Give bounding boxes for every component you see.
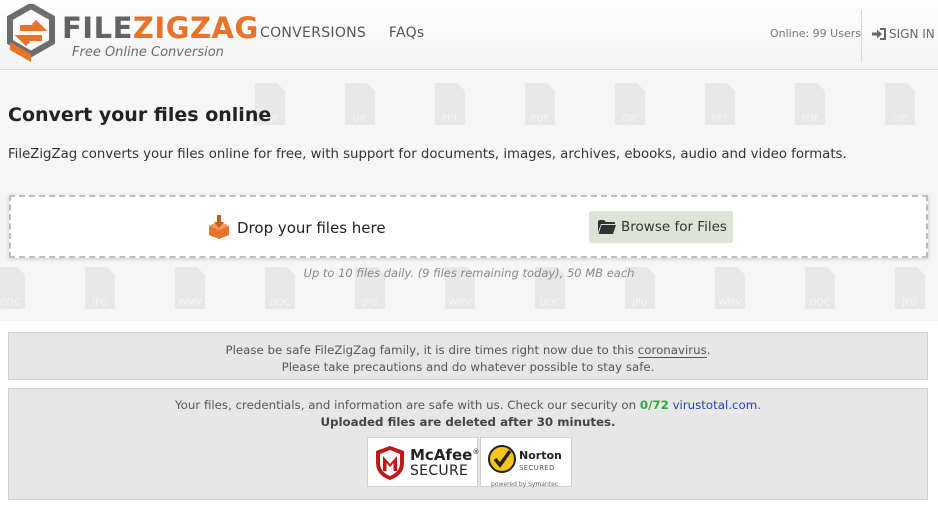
site-logo[interactable]: FILEZIGZAG Free Online Conversion (6, 4, 258, 66)
security-notice-line2: Uploaded files are deleted after 30 minu… (320, 415, 616, 429)
logo-wordmark: FILEZIGZAG (62, 11, 259, 45)
browse-files-label: Browse for Files (621, 219, 727, 235)
file-type-ghost-icon: PPT (435, 83, 465, 125)
page-description: FileZigZag converts your files online fo… (8, 147, 847, 162)
file-type-ghost-icon: PDF (795, 83, 825, 125)
main-nav: CONVERSIONS FAQs (260, 25, 443, 41)
svg-text:WMV: WMV (179, 298, 203, 308)
coronavirus-link[interactable]: coronavirus (637, 343, 707, 358)
svg-text:DOC: DOC (810, 298, 830, 308)
site-header: FILEZIGZAG Free Online Conversion CONVER… (0, 0, 938, 70)
mcafee-secure-badge[interactable]: McAfee® SECURE (367, 437, 480, 487)
svg-text:GIF: GIF (623, 114, 638, 124)
safety-notice: Please be safe FileZigZag family, it is … (8, 332, 928, 380)
sign-in-link[interactable]: SIGN IN (872, 27, 935, 41)
drop-label-text: Drop your files here (237, 219, 386, 237)
file-type-ghost-icon: GIF (345, 83, 375, 125)
mcafee-secure-text: SECURE (410, 463, 469, 479)
file-type-ghost-icon: GIF (615, 83, 645, 125)
svg-text:JPG: JPG (631, 298, 647, 308)
svg-text:JPG: JPG (901, 298, 917, 308)
trust-badges: McAfee® SECURE Norton SECURED powered by… (367, 437, 572, 488)
svg-text:PDF: PDF (801, 114, 819, 124)
upload-limits-text: Up to 10 files daily. (9 files remaining… (303, 266, 635, 280)
safety-notice-line1: Please be safe FileZigZag family, it is … (225, 343, 711, 358)
mcafee-shield-icon (376, 446, 404, 480)
svg-text:DOC: DOC (0, 298, 20, 308)
file-type-ghost-icon: PDF (525, 83, 555, 125)
svg-text:JPG: JPG (361, 298, 377, 308)
online-users-status: Online: 99 Users (770, 27, 861, 40)
sign-in-label: SIGN IN (889, 27, 935, 41)
security-notice-line1: Your files, credentials, and information… (175, 398, 761, 412)
download-box-icon (209, 215, 229, 239)
norton-secured-badge[interactable]: Norton SECURED powered by Symantec (480, 437, 572, 488)
virustotal-link[interactable]: virustotal.com (673, 398, 758, 412)
file-type-ghost-icon: GIF (885, 83, 915, 125)
logo-tagline: Free Online Conversion (72, 45, 224, 60)
drop-label: Drop your files here (207, 215, 386, 239)
svg-text:PDF: PDF (531, 114, 549, 124)
file-type-ghost-icon: PPT (705, 83, 735, 125)
scan-result: 0/72 (639, 398, 669, 412)
page-title: Convert your files online (8, 104, 272, 126)
svg-text:GIF: GIF (353, 114, 368, 124)
header-divider (861, 10, 862, 62)
svg-text:DOC: DOC (540, 298, 560, 308)
svg-text:PPT: PPT (442, 114, 459, 124)
security-notice: Your files, credentials, and information… (8, 388, 928, 500)
file-drop-zone[interactable]: Drop your files here Browse for Files (9, 195, 928, 258)
browse-files-button[interactable]: Browse for Files (589, 211, 733, 243)
svg-text:WMV: WMV (719, 298, 743, 308)
svg-text:JPG: JPG (91, 298, 107, 308)
svg-text:DOC: DOC (270, 298, 290, 308)
svg-text:GIF: GIF (893, 114, 908, 124)
folder-icon (598, 220, 616, 234)
svg-text:PPT: PPT (712, 114, 729, 124)
nav-faqs[interactable]: FAQs (389, 25, 425, 41)
safety-notice-line2: Please take precautions and do whatever … (281, 360, 655, 374)
mcafee-wordmark: McAfee® (410, 446, 480, 464)
nav-conversions[interactable]: CONVERSIONS (260, 25, 366, 41)
norton-secured-text: SECURED (519, 464, 555, 472)
norton-powered-by: powered by Symantec (491, 481, 559, 488)
sign-in-icon (872, 28, 886, 40)
svg-text:WMV: WMV (449, 298, 473, 308)
norton-checkmark-icon (488, 445, 516, 473)
main-section: PDF GIF PPT PDF GIF PPT PDF GIF DOC JPG WMV DOC JPG W… (0, 71, 938, 321)
zigzag-logo-icon (7, 4, 55, 62)
